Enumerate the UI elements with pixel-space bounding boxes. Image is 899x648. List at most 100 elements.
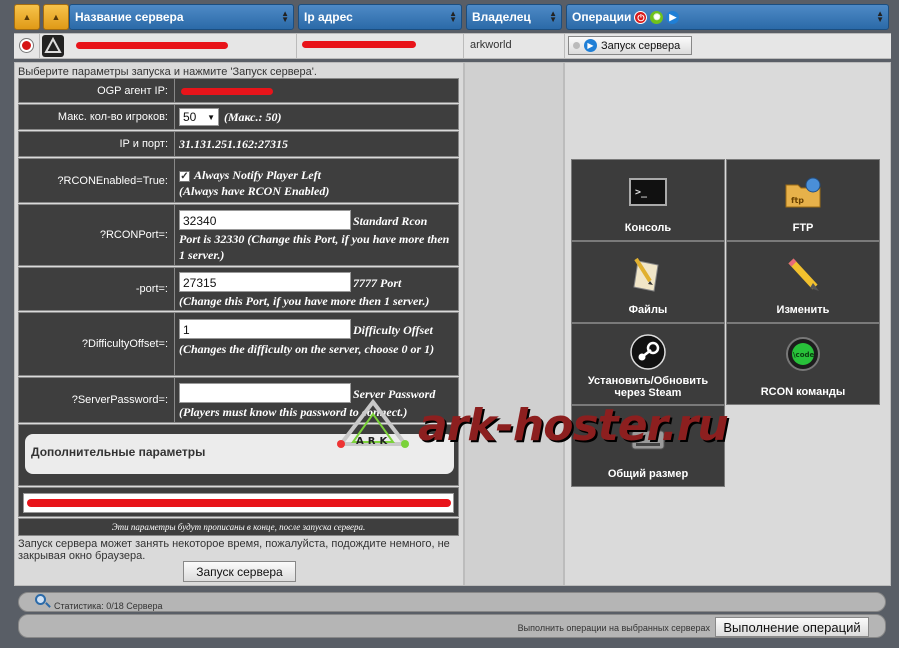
tile-label: Файлы <box>628 304 668 316</box>
steam-icon <box>630 334 666 370</box>
extra-params-note-row: Эти параметры будут прописаны в конце, п… <box>18 518 459 536</box>
files-icon <box>633 257 659 292</box>
port-text: 7777 Port <box>353 276 402 290</box>
start-server-button[interactable]: Запуск сервера <box>183 561 296 582</box>
param-row-difficulty: ?DifficultyOffset=: 1 Difficulty Offset … <box>18 312 459 376</box>
tile-label: Изменить <box>776 304 830 316</box>
start-params-hint: Выберите параметры запуска и нажмите 'За… <box>18 66 317 78</box>
column-header-label: Операции <box>572 10 632 24</box>
tile-console[interactable]: >_ Консоль <box>571 159 725 241</box>
sort-arrows-icon: ▲ ▼ <box>876 9 884 24</box>
column-header-server-name[interactable]: Название сервера ▲ ▼ <box>69 4 294 30</box>
column-header-label: Владелец <box>472 10 531 24</box>
watermark-text: ark-hoster.ru <box>418 400 729 451</box>
param-value: 32340 Standard Rcon Port is 32330 (Chang… <box>179 205 454 265</box>
tile-label: Общий размер <box>607 468 689 480</box>
difficulty-note: (Changes the difficulty on the server, c… <box>179 342 435 356</box>
watermark-logo-text: ARK <box>356 436 392 447</box>
stats-bar: Статистика: 0/18 Сервера <box>18 592 886 612</box>
bulk-actions-button[interactable]: Выполнение операций <box>715 617 869 637</box>
password-input[interactable] <box>179 383 351 403</box>
column-header-owner[interactable]: Владелец ▲ ▼ <box>466 4 562 30</box>
start-server-row-button[interactable]: ▶ Запуск сервера <box>568 36 692 55</box>
tile-edit[interactable]: Изменить <box>726 241 880 323</box>
bulk-actions-bar: Выполнить операции на выбранных серверах… <box>18 614 886 638</box>
tile-ftp[interactable]: ftp FTP <box>726 159 880 241</box>
tile-steam[interactable]: Установить/Обновить через Steam <box>571 323 725 405</box>
rcon-enabled-text: Always Notify Player Left <box>194 168 321 182</box>
column-header-label: Ip адрес <box>304 10 353 24</box>
param-value: 31.131.251.162:27315 <box>179 132 454 156</box>
start-server-note: Запуск сервера может занять некоторое вр… <box>18 538 450 562</box>
chevron-down-icon: ▼ <box>207 112 215 122</box>
rcon-port-note: Port is 32330 (Change this Port, if you … <box>179 232 450 262</box>
param-row-max-players: Макс. кол-во игроков: 50 ▼ (Макс.: 50) <box>18 104 459 130</box>
rcon-enabled-checkbox[interactable]: ✓ <box>179 171 190 182</box>
svg-text:ftp: ftp <box>791 196 804 205</box>
rcon-port-input[interactable]: 32340 <box>179 210 351 230</box>
sort-arrows-icon: ▲ ▼ <box>281 9 289 24</box>
column-header-ip[interactable]: Ip адрес ▲ ▼ <box>298 4 462 30</box>
tile-files[interactable]: Файлы <box>571 241 725 323</box>
select-value: 50 <box>183 110 197 124</box>
param-label: IP и порт: <box>19 132 175 156</box>
param-row-port: -port=: 27315 7777 Port (Change this Por… <box>18 267 459 311</box>
svg-text:>_: >_ <box>635 187 648 198</box>
radio-dot-icon <box>573 42 580 49</box>
tile-label: Консоль <box>624 222 672 234</box>
sort-desc-button[interactable]: ▲ <box>43 4 69 30</box>
column-header-operations[interactable]: Операции ⏻ ✺ ▶ ▲ ▼ <box>566 4 889 30</box>
rcon-enabled-note: (Always have RCON Enabled) <box>179 184 330 198</box>
stats-text: Статистика: 0/18 Сервера <box>54 601 163 611</box>
param-label: OGP агент IP: <box>19 79 175 102</box>
ark-game-icon <box>44 36 62 53</box>
rcon-port-text: Standard Rcon <box>353 214 428 228</box>
max-players-note: (Макс.: 50) <box>224 109 282 124</box>
port-input[interactable]: 27315 <box>179 272 351 292</box>
bulk-actions-hint: Выполнить операции на выбранных серверах <box>517 623 710 633</box>
game-icon-cell <box>42 35 64 57</box>
param-label: ?RCONPort=: <box>19 205 175 265</box>
tile-rcon[interactable]: \code RCON команды <box>726 323 880 405</box>
param-row-ip-port: IP и порт: 31.131.251.162:27315 <box>18 131 459 157</box>
difficulty-input[interactable]: 1 <box>179 319 351 339</box>
param-value: 1 Difficulty Offset (Changes the difficu… <box>179 313 454 375</box>
param-label: Макс. кол-во игроков: <box>19 105 175 129</box>
redacted-server-name <box>76 42 228 49</box>
stop-all-icon[interactable]: ⏻ <box>634 10 648 24</box>
redacted-ip <box>302 41 416 48</box>
ftp-folder-icon: ftp <box>785 177 821 208</box>
param-label: ?DifficultyOffset=: <box>19 313 175 375</box>
extra-params-title: Дополнительные параметры <box>31 445 206 459</box>
port-note: (Change this Port, if you have more then… <box>179 294 430 308</box>
extra-params-input-row <box>18 487 459 517</box>
server-select-cell <box>14 33 40 59</box>
sort-arrows-icon: ▲ ▼ <box>449 9 457 24</box>
start-server-label: Запуск сервера <box>601 39 681 52</box>
console-icon: >_ <box>629 178 667 206</box>
param-label: ?ServerPassword=: <box>19 378 175 422</box>
difficulty-text: Difficulty Offset <box>353 323 433 337</box>
rcon-icon: \code <box>786 337 820 371</box>
svg-text:\code: \code <box>793 351 815 359</box>
param-value: 50 ▼ (Макс.: 50) <box>179 105 454 129</box>
sort-asc-button[interactable]: ▲ <box>14 4 40 30</box>
redacted-agent-ip <box>181 88 273 95</box>
param-label: -port=: <box>19 268 175 310</box>
play-icon: ▶ <box>584 39 597 52</box>
param-value: 27315 7777 Port (Change this Port, if yo… <box>179 268 454 310</box>
max-players-select[interactable]: 50 ▼ <box>179 108 219 126</box>
param-value: ✓ Always Notify Player Left (Always have … <box>179 159 454 202</box>
column-header-label: Название сервера <box>75 10 184 24</box>
param-row-agent-ip: OGP агент IP: <box>18 78 459 103</box>
redacted-extra-params <box>27 499 451 507</box>
server-status-icon <box>20 39 33 52</box>
owner-pane <box>464 62 564 586</box>
start-all-icon[interactable]: ▶ <box>666 10 680 24</box>
restart-all-icon[interactable]: ✺ <box>650 10 664 24</box>
ip-port-value: 31.131.251.162:27315 <box>179 136 288 151</box>
tile-label: RCON команды <box>760 386 846 398</box>
extra-params-note: Эти параметры будут прописаны в конце, п… <box>111 522 366 532</box>
param-label: ?RCONEnabled=True: <box>19 159 175 202</box>
sort-arrows-icon: ▲ ▼ <box>549 9 557 24</box>
